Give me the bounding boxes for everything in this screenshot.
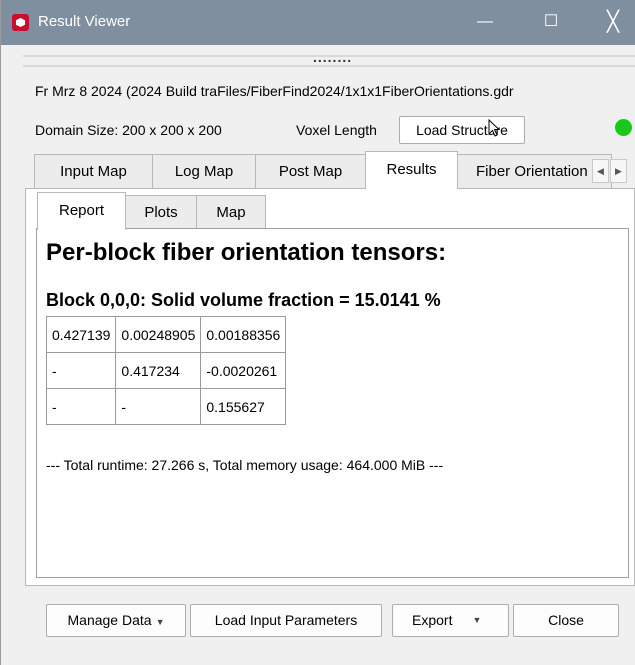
runtime-summary: --- Total runtime: 27.266 s, Total memor…: [46, 457, 444, 473]
tensor-cell: 0.00188356: [200, 316, 287, 353]
load-input-parameters-button[interactable]: Load Input Parameters: [190, 604, 382, 637]
manage-data-button[interactable]: Manage Data ▼: [46, 604, 186, 637]
status-indicator: [615, 119, 632, 136]
tab-scroll-left-icon[interactable]: ◀: [592, 159, 609, 183]
tab-post-map[interactable]: Post Map: [255, 154, 366, 188]
tab-input-map[interactable]: Input Map: [34, 154, 153, 188]
table-row: - 0.417234 -0.0020261: [45, 352, 287, 389]
app-icon: [12, 14, 29, 31]
tensor-cell: -: [45, 352, 117, 389]
tensor-cell: -0.0020261: [200, 352, 287, 389]
tensor-cell: 0.417234: [115, 352, 202, 389]
close-button[interactable]: Close: [513, 604, 619, 637]
domain-size: Domain Size: 200 x 200 x 200: [35, 122, 222, 138]
minimize-icon[interactable]: —: [462, 0, 508, 45]
block-title: Block 0,0,0: Solid volume fraction = 15.…: [46, 290, 441, 310]
tab-fiber-orientation[interactable]: Fiber Orientation: [457, 154, 612, 188]
chevron-down-icon: ▼: [155, 617, 165, 627]
report-title: Per-block fiber orientation tensors:: [46, 239, 447, 266]
export-dropdown-icon[interactable]: ▼: [465, 605, 489, 636]
tensor-cell: -: [45, 388, 117, 425]
maximize-icon[interactable]: ☐: [528, 0, 574, 45]
tab-results[interactable]: Results: [365, 151, 458, 189]
tensor-cell: 0.427139: [45, 316, 117, 353]
manage-data-label: Manage Data: [67, 612, 152, 628]
voxel-length-label: Voxel Length: [296, 122, 377, 138]
build-info: Fr Mrz 8 2024 (2024 Build traFiles/Fiber…: [35, 83, 514, 99]
table-row: 0.427139 0.00248905 0.00188356: [45, 316, 287, 353]
export-label: Export: [412, 612, 453, 628]
subtab-report[interactable]: Report: [37, 192, 126, 230]
orientation-tensor-table: 0.427139 0.00248905 0.00188356 - 0.41723…: [45, 316, 287, 425]
tensor-cell: 0.155627: [200, 388, 287, 425]
tab-scroll-right-icon[interactable]: ▶: [610, 159, 627, 183]
title-bar: Result Viewer — ☐ ╳: [1, 0, 635, 45]
tensor-cell: -: [115, 388, 202, 425]
tensor-cell: 0.00248905: [115, 316, 202, 353]
tab-log-map[interactable]: Log Map: [152, 154, 256, 188]
close-icon[interactable]: ╳: [590, 0, 635, 45]
table-row: - - 0.155627: [45, 388, 287, 425]
subtab-map[interactable]: Map: [196, 195, 266, 228]
mouse-cursor-icon: [488, 119, 500, 137]
load-structure-button[interactable]: Load Structure: [399, 116, 525, 144]
export-button[interactable]: Export ▼: [392, 604, 509, 637]
splitter-handle[interactable]: ........: [313, 50, 352, 64]
result-viewer-window: Result Viewer — ☐ ╳ ........ Fr Mrz 8 20…: [0, 0, 635, 665]
subtab-plots[interactable]: Plots: [125, 195, 197, 228]
window-title: Result Viewer: [38, 13, 131, 30]
